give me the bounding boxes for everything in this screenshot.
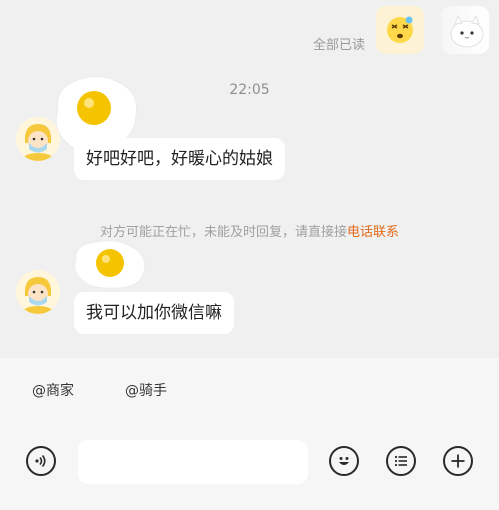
plus-icon[interactable] <box>443 446 473 476</box>
message-bubble[interactable]: 我可以加你微信嘛 <box>74 292 234 334</box>
read-status-label: 全部已读 <box>312 38 365 53</box>
message-bubble[interactable]: 好吧好吧，好暖心的姑娘 <box>74 138 285 180</box>
quick-phrase-icon[interactable] <box>386 446 416 476</box>
emoji-icon[interactable] <box>329 446 359 476</box>
dizzy-face-emoji-icon[interactable] <box>376 6 424 54</box>
mention-shop-chip[interactable]: @商家 <box>32 380 74 400</box>
input-bar <box>0 420 499 510</box>
quick-mention-bar: @商家 @骑手 <box>0 358 499 420</box>
mention-rider-chip[interactable]: @骑手 <box>125 380 167 400</box>
rider-avatar-icon[interactable] <box>16 117 60 161</box>
chat-area: 全部已读 22:05 好吧好吧，好暖心的姑娘 对方可能正在忙，未能及时回复，请直… <box>0 0 499 358</box>
white-cat-sticker-icon[interactable] <box>441 6 489 54</box>
voice-icon[interactable] <box>26 446 56 476</box>
rider-avatar-icon[interactable] <box>16 270 60 314</box>
phone-contact-link[interactable]: 电话联系 <box>347 225 399 240</box>
message-input[interactable] <box>78 440 308 484</box>
fried-egg-sticker-icon <box>70 238 150 290</box>
